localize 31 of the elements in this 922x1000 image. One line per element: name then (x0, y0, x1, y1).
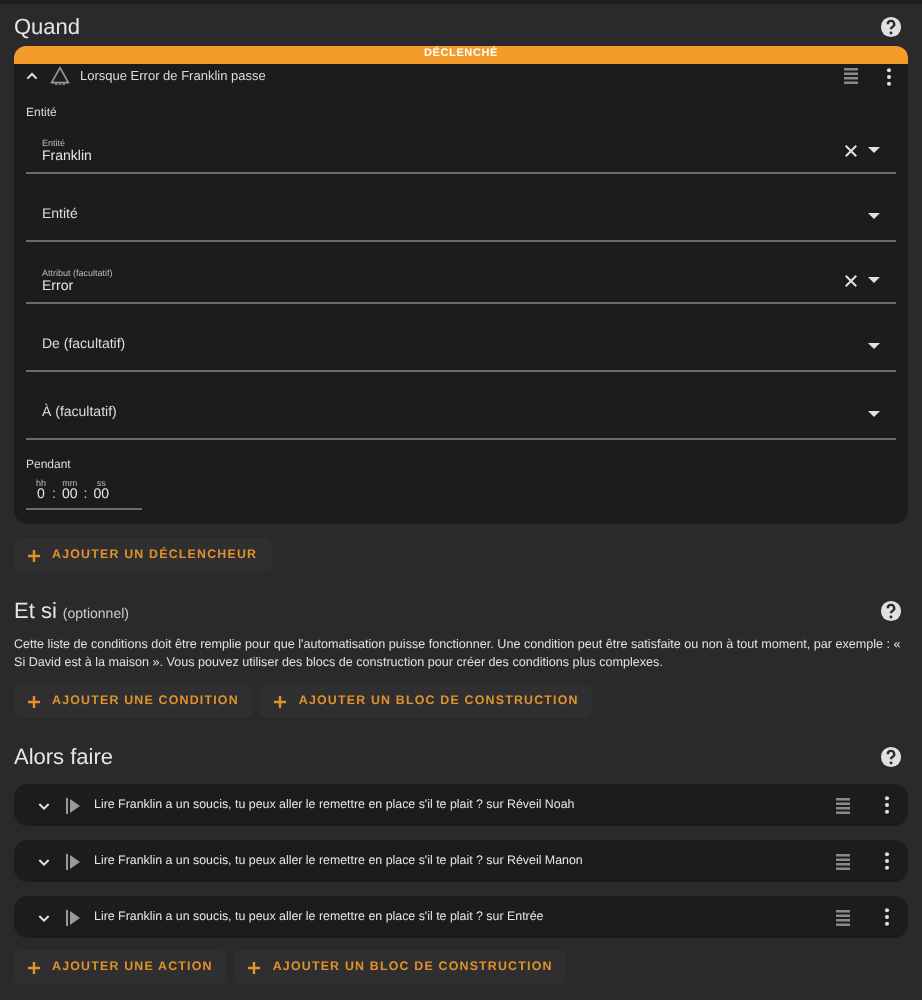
drag-handle-icon[interactable] (844, 68, 858, 84)
help-icon[interactable] (880, 15, 902, 37)
more-options-icon[interactable] (884, 908, 890, 926)
caret-icon[interactable] (868, 146, 880, 154)
more-options-icon[interactable] (886, 67, 892, 85)
section-title: Et si (14, 600, 57, 624)
section-title: Quand (14, 16, 81, 40)
plus-icon (248, 961, 261, 973)
clear-icon[interactable] (844, 273, 858, 287)
help-icon[interactable] (880, 599, 902, 621)
more-options-icon[interactable] (884, 796, 890, 814)
plus-icon (274, 695, 287, 707)
more-options-icon[interactable] (884, 852, 890, 870)
play-icon (66, 797, 80, 813)
caret-icon[interactable] (868, 341, 880, 349)
plus-icon (28, 695, 40, 707)
state-change-icon (50, 66, 70, 86)
play-icon (66, 853, 80, 869)
drag-handle-icon[interactable] (836, 797, 850, 813)
drag-handle-icon[interactable] (836, 853, 850, 869)
drag-handle-icon[interactable] (836, 909, 850, 925)
chevron-up-icon[interactable] (24, 68, 40, 84)
caret-icon[interactable] (868, 211, 880, 219)
caret-icon[interactable] (868, 409, 880, 417)
caret-icon[interactable] (868, 276, 880, 284)
play-icon (66, 909, 80, 925)
plus-icon (28, 549, 40, 561)
help-icon[interactable] (880, 745, 902, 767)
clear-icon[interactable] (844, 143, 858, 157)
plus-icon (28, 961, 40, 973)
section-title: Alors faire (14, 746, 114, 770)
